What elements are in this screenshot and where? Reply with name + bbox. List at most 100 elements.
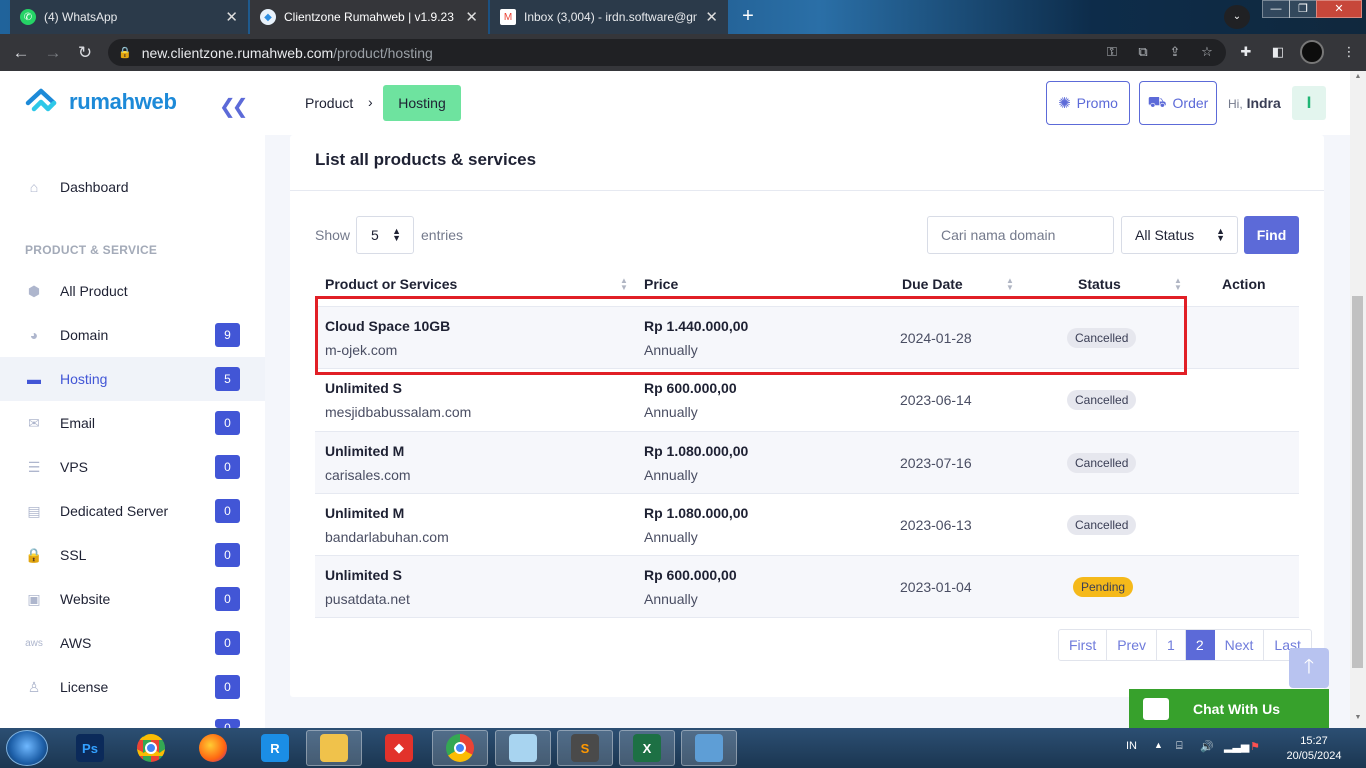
vpn-taskbar-icon[interactable]: R bbox=[247, 730, 303, 766]
sidebar-item-dashboard[interactable]: ⌂ Dashboard bbox=[0, 165, 265, 209]
scroll-up-icon[interactable]: ▲ bbox=[1352, 73, 1364, 83]
table-row[interactable]: Unlimited S pusatdata.net Rp 600.000,00 … bbox=[315, 556, 1299, 618]
anydesk-taskbar-icon[interactable]: ◆ bbox=[371, 730, 427, 766]
status-select[interactable]: All Status ▲ ▼ bbox=[1121, 216, 1238, 254]
entries-select[interactable]: 5 ▲ ▼ bbox=[356, 216, 414, 254]
minimize-button[interactable]: — bbox=[1262, 0, 1290, 18]
action-center-icon[interactable]: ⚑ bbox=[1250, 740, 1260, 753]
sidebar-item-vps[interactable]: ☰ VPS 0 bbox=[0, 445, 265, 489]
photo-viewer-taskbar-icon[interactable] bbox=[681, 730, 737, 766]
translate-icon[interactable]: ⧉ bbox=[1134, 43, 1152, 61]
promo-icon: ✺ bbox=[1058, 95, 1071, 112]
profile-avatar[interactable] bbox=[1300, 40, 1324, 64]
network-adapter-icon[interactable]: ⌸ bbox=[1176, 740, 1183, 753]
menu-icon[interactable]: ⋮ bbox=[1340, 43, 1358, 61]
page-first[interactable]: First bbox=[1059, 630, 1108, 660]
promo-label: Promo bbox=[1076, 95, 1118, 111]
chrome-taskbar-icon[interactable] bbox=[123, 730, 179, 766]
sidebar-item-label: AWS bbox=[60, 635, 92, 651]
tab-gmail[interactable]: M Inbox (3,004) - irdn.software@gm ✕ bbox=[490, 0, 728, 34]
extensions-icon[interactable]: ✚ bbox=[1237, 43, 1255, 61]
sidebar-item-domain[interactable]: ◕ Domain 9 bbox=[0, 313, 265, 357]
maximize-button[interactable]: ❐ bbox=[1289, 0, 1317, 18]
scroll-down-icon[interactable]: ▼ bbox=[1352, 714, 1364, 724]
chat-button[interactable]: Chat With Us bbox=[1129, 689, 1329, 728]
share-icon[interactable]: ⇪ bbox=[1166, 43, 1184, 61]
side-panel-icon[interactable]: ◧ bbox=[1269, 43, 1287, 61]
find-button[interactable]: Find bbox=[1244, 216, 1299, 254]
firefox-taskbar-icon[interactable] bbox=[185, 730, 241, 766]
chat-bubble-icon bbox=[1143, 697, 1169, 720]
tab-clientzone[interactable]: ◆ Clientzone Rumahweb | v1.9.23 ✕ bbox=[250, 0, 488, 34]
file-explorer-taskbar-icon[interactable] bbox=[306, 730, 362, 766]
collapse-sidebar-icon[interactable]: ❮❮ bbox=[219, 94, 248, 119]
back-icon[interactable]: ← bbox=[10, 42, 32, 64]
product-domain: pusatdata.net bbox=[325, 591, 410, 607]
sort-icon[interactable]: ▲ ▼ bbox=[1174, 277, 1182, 292]
page-next[interactable]: Next bbox=[1215, 630, 1265, 660]
breadcrumb-product[interactable]: Product bbox=[305, 95, 353, 111]
sidebar-item-hosting[interactable]: ▬ Hosting 5 bbox=[0, 357, 265, 401]
count-badge: 9 bbox=[215, 323, 240, 347]
key-icon[interactable]: ⚿ bbox=[1103, 43, 1121, 61]
sidebar-item-license[interactable]: ♙ License 0 bbox=[0, 665, 265, 709]
tray-expand-icon[interactable]: ▲ bbox=[1154, 740, 1163, 750]
sidebar-item-label: Website bbox=[60, 591, 111, 607]
photoshop-taskbar-icon[interactable]: Ps bbox=[62, 730, 118, 766]
close-icon[interactable]: ✕ bbox=[225, 8, 238, 26]
sidebar-item-dedicated-server[interactable]: ▤ Dedicated Server 0 bbox=[0, 489, 265, 533]
sublime-taskbar-icon[interactable]: S bbox=[557, 730, 613, 766]
column-header-price[interactable]: Price bbox=[644, 276, 678, 292]
sidebar-item-website[interactable]: ▣ Website 0 bbox=[0, 577, 265, 621]
close-icon[interactable]: ✕ bbox=[705, 8, 718, 26]
sort-icon[interactable]: ▲ ▼ bbox=[1006, 277, 1014, 292]
count-badge: 0 bbox=[215, 631, 240, 655]
domain-search-input[interactable] bbox=[927, 216, 1114, 254]
table-row[interactable]: Unlimited M carisales.com Rp 1.080.000,0… bbox=[315, 432, 1299, 494]
url-field[interactable]: 🔒 new.clientzone.rumahweb.com/product/ho… bbox=[108, 39, 1226, 66]
new-tab-button[interactable]: + bbox=[735, 5, 761, 29]
sidebar-item-aws[interactable]: aws AWS 0 bbox=[0, 621, 265, 665]
status-badge: Cancelled bbox=[1067, 453, 1137, 473]
notepad-taskbar-icon[interactable] bbox=[495, 730, 551, 766]
reload-icon[interactable]: ↻ bbox=[74, 42, 96, 64]
signal-icon[interactable]: ▂▃▅ bbox=[1224, 740, 1249, 753]
close-icon[interactable]: ✕ bbox=[465, 8, 478, 26]
table-row[interactable]: Unlimited M bandarlabuhan.com Rp 1.080.0… bbox=[315, 494, 1299, 556]
column-header-product[interactable]: Product or Services bbox=[325, 276, 457, 292]
sort-icon[interactable]: ▲ ▼ bbox=[620, 277, 628, 292]
start-button[interactable] bbox=[6, 730, 48, 766]
page-prev[interactable]: Prev bbox=[1107, 630, 1158, 660]
window-close-button[interactable]: ✕ bbox=[1316, 0, 1362, 18]
sidebar-item-label: License bbox=[60, 679, 109, 695]
order-button[interactable]: ⛟ Order bbox=[1139, 81, 1217, 125]
sidebar-item-all-product[interactable]: ⬢ All Product bbox=[0, 269, 265, 313]
sidebar-item-ssl[interactable]: 🔒 SSL 0 bbox=[0, 533, 265, 577]
breadcrumb-hosting[interactable]: Hosting bbox=[383, 85, 461, 121]
chrome-active-taskbar-icon[interactable] bbox=[432, 730, 488, 766]
page-1[interactable]: 1 bbox=[1157, 630, 1186, 660]
forward-icon[interactable]: → bbox=[42, 42, 64, 64]
logo[interactable]: rumahweb bbox=[25, 87, 177, 117]
promo-button[interactable]: ✺ Promo bbox=[1046, 81, 1130, 125]
excel-taskbar-icon[interactable]: X bbox=[619, 730, 675, 766]
language-indicator[interactable]: IN bbox=[1126, 740, 1137, 752]
sidebar-item-label: Domain bbox=[60, 327, 109, 343]
scroll-to-top-button[interactable]: 🡑 bbox=[1289, 648, 1329, 688]
column-header-status[interactable]: Status bbox=[1078, 276, 1121, 292]
product-name: Unlimited S bbox=[325, 380, 403, 396]
column-header-due-date[interactable]: Due Date bbox=[902, 276, 963, 292]
clock[interactable]: 15:27 20/05/2024 bbox=[1282, 734, 1346, 764]
product-price: Rp 1.080.000,00 bbox=[644, 505, 749, 521]
table-row[interactable]: Unlimited S mesjidbabussalam.com Rp 600.… bbox=[315, 369, 1299, 431]
tab-search-icon[interactable]: ⌄ bbox=[1224, 5, 1250, 29]
sidebar-item-label: Dashboard bbox=[60, 179, 129, 195]
bookmark-star-icon[interactable]: ☆ bbox=[1198, 43, 1216, 61]
entries-value: 5 bbox=[371, 227, 379, 243]
page-2[interactable]: 2 bbox=[1185, 630, 1215, 660]
volume-icon[interactable]: 🔊 bbox=[1200, 740, 1214, 753]
avatar[interactable]: I bbox=[1292, 86, 1326, 120]
sidebar-item-email[interactable]: ✉ Email 0 bbox=[0, 401, 265, 445]
scrollbar-thumb[interactable] bbox=[1352, 296, 1363, 668]
tab-whatsapp[interactable]: ✆ (4) WhatsApp ✕ bbox=[10, 0, 248, 34]
